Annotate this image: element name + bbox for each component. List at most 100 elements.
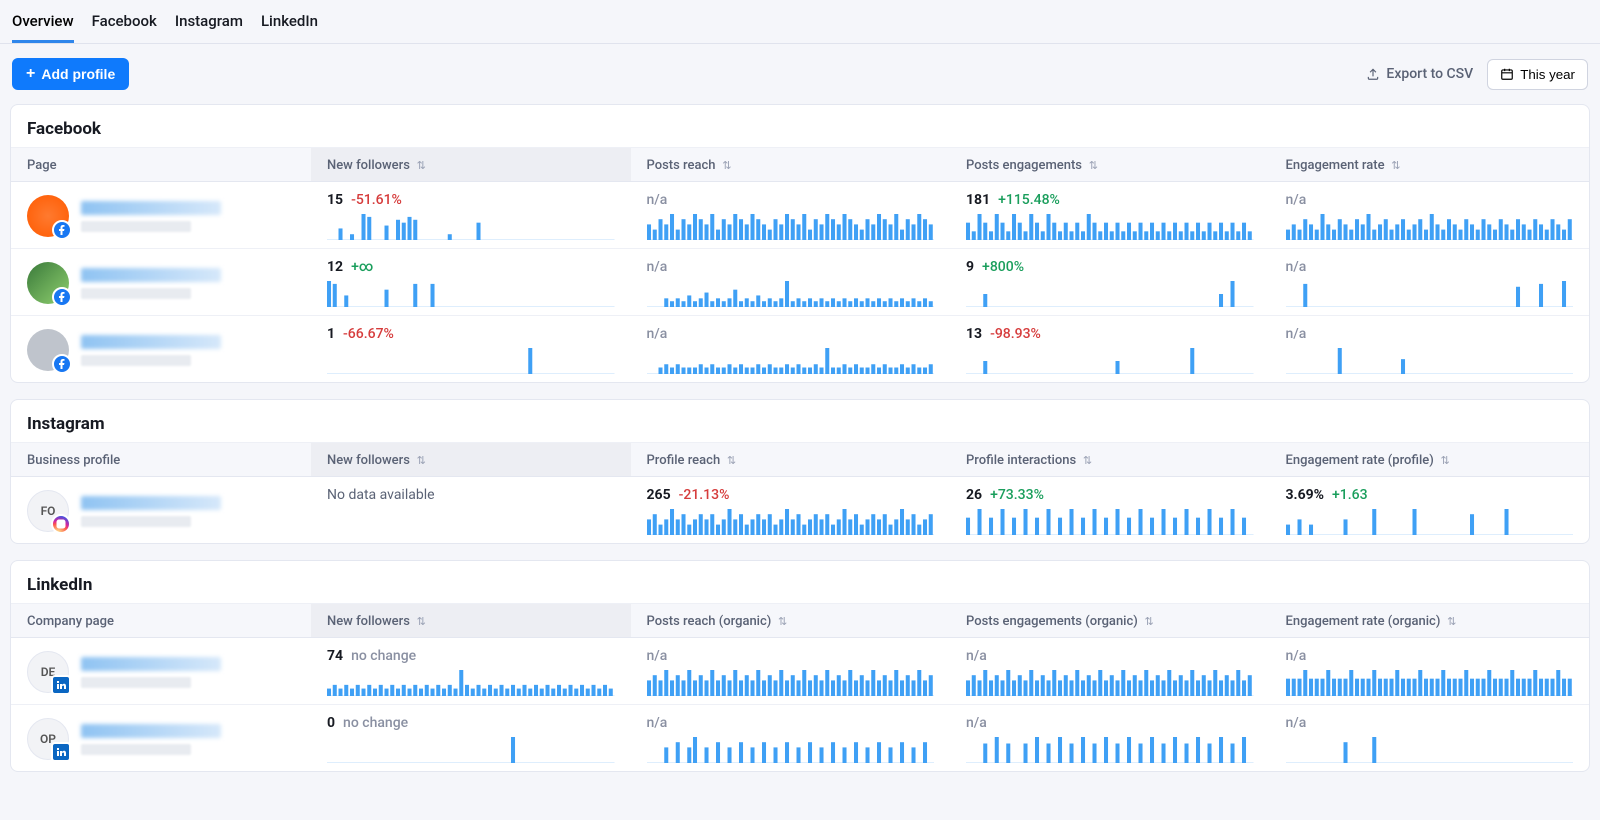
profile-subtext-redacted <box>81 677 191 688</box>
sort-icon: ⇅ <box>414 454 426 467</box>
profile-avatar <box>27 329 69 371</box>
col-engagement-rate[interactable]: Engagement rate ⇅ <box>1270 148 1590 181</box>
calendar-icon <box>1500 67 1514 81</box>
metric-value: 265 <box>647 487 671 503</box>
col-posts-reach[interactable]: Posts reach ⇅ <box>631 148 951 181</box>
export-csv-label: Export to CSV <box>1386 66 1473 82</box>
date-range-label: This year <box>1520 67 1575 82</box>
metric-value: n/a <box>1286 192 1307 208</box>
metric-cell: 9+800% <box>950 249 1270 315</box>
metric-value: n/a <box>1286 326 1307 342</box>
profile-cell: FO <box>11 477 311 543</box>
sparkline-chart <box>647 279 935 307</box>
profile-name-redacted <box>81 268 221 282</box>
col-posts-reach-organic[interactable]: Posts reach (organic) ⇅ <box>631 604 951 637</box>
metric-cell: n/a <box>631 638 951 704</box>
col-new-followers[interactable]: New followers ⇅ <box>311 443 631 476</box>
tab-overview[interactable]: Overview <box>12 12 74 43</box>
metric-cell: 13 -98.93% <box>950 316 1270 382</box>
sort-icon: ⇅ <box>720 159 732 172</box>
metric-cell: n/a <box>1270 182 1590 248</box>
metric-delta: +∞ <box>351 259 373 275</box>
col-page[interactable]: Page <box>11 148 311 181</box>
metric-value: n/a <box>1286 715 1307 731</box>
table-row[interactable]: 12+∞n/a9+800%n/a <box>11 248 1589 315</box>
metric-value: 74 <box>327 648 343 664</box>
profile-cell <box>11 316 311 382</box>
sparkline-chart <box>647 507 935 535</box>
metric-cell: n/a <box>631 316 951 382</box>
table-row[interactable]: 1-66.67%n/a13-98.93%n/a <box>11 315 1589 382</box>
sort-icon: ⇅ <box>724 454 736 467</box>
metric-delta: +1.63 <box>1332 487 1368 503</box>
metric-cell: n/a <box>631 249 951 315</box>
metric-delta: -98.93% <box>990 326 1041 342</box>
profile-name-redacted <box>81 724 221 738</box>
col-profile-reach[interactable]: Profile reach ⇅ <box>631 443 951 476</box>
sort-icon: ⇅ <box>1444 615 1456 628</box>
facebook-title: Facebook <box>11 105 1589 147</box>
sort-icon: ⇅ <box>1086 159 1098 172</box>
col-new-followers[interactable]: New followers ⇅ <box>311 604 631 637</box>
instagram-badge-icon <box>51 514 71 534</box>
table-row[interactable]: OP0no changen/an/an/a <box>11 704 1589 771</box>
metric-value: 26 <box>966 487 982 503</box>
sort-icon: ⇅ <box>1389 159 1401 172</box>
sparkline-chart <box>1286 279 1574 307</box>
profile-subtext-redacted <box>81 744 191 755</box>
sparkline-chart <box>966 507 1254 535</box>
metric-cell: n/a <box>1270 638 1590 704</box>
sparkline-chart <box>647 668 935 696</box>
metric-delta: -51.61% <box>351 192 402 208</box>
profile-name-redacted <box>81 201 221 215</box>
profile-avatar: DE <box>27 651 69 693</box>
facebook-badge-icon <box>52 287 72 307</box>
upload-icon <box>1366 67 1380 81</box>
add-profile-button[interactable]: + Add profile <box>12 58 129 90</box>
metric-cell: n/a <box>950 705 1270 771</box>
col-posts-engagements-organic[interactable]: Posts engagements (organic) ⇅ <box>950 604 1270 637</box>
metric-delta: no change <box>351 648 416 664</box>
facebook-badge-icon <box>52 354 72 374</box>
col-engagement-rate-organic[interactable]: Engagement rate (organic) ⇅ <box>1270 604 1590 637</box>
sort-icon: ⇅ <box>1080 454 1092 467</box>
sparkline-chart <box>327 212 615 240</box>
sparkline-chart <box>1286 668 1574 696</box>
table-row[interactable]: 15-51.61%n/a181+115.48%n/a <box>11 181 1589 248</box>
metric-value: 3.69% <box>1286 487 1325 503</box>
date-range-button[interactable]: This year <box>1487 59 1588 90</box>
sparkline-chart <box>1286 507 1574 535</box>
add-profile-label: Add profile <box>41 66 115 82</box>
metric-value: 0 <box>327 715 335 731</box>
profile-cell: DE <box>11 638 311 704</box>
metric-value: n/a <box>647 648 668 664</box>
tab-facebook[interactable]: Facebook <box>92 12 157 43</box>
col-posts-engagements[interactable]: Posts engagements ⇅ <box>950 148 1270 181</box>
col-engagement-rate-profile[interactable]: Engagement rate (profile) ⇅ <box>1270 443 1590 476</box>
metric-value: 13 <box>966 326 982 342</box>
sparkline-chart <box>327 346 615 374</box>
profile-subtext-redacted <box>81 355 191 366</box>
metric-cell: n/a <box>1270 705 1590 771</box>
col-profile-interactions[interactable]: Profile interactions ⇅ <box>950 443 1270 476</box>
profile-name-redacted <box>81 657 221 671</box>
profile-name-redacted <box>81 335 221 349</box>
tab-instagram[interactable]: Instagram <box>175 12 243 43</box>
metric-value: n/a <box>647 326 668 342</box>
platform-tabs: Overview Facebook Instagram LinkedIn <box>0 0 1600 44</box>
col-business-profile[interactable]: Business profile <box>11 443 311 476</box>
sparkline-chart <box>966 279 1254 307</box>
tab-linkedin[interactable]: LinkedIn <box>261 12 318 43</box>
metric-value: n/a <box>1286 259 1307 275</box>
metric-value: n/a <box>647 259 668 275</box>
export-csv-link[interactable]: Export to CSV <box>1366 66 1473 82</box>
table-row[interactable]: DE74no changen/an/an/a <box>11 637 1589 704</box>
sparkline-chart <box>966 346 1254 374</box>
metric-cell: 0no change <box>311 705 631 771</box>
facebook-badge-icon <box>52 220 72 240</box>
linkedin-panel: LinkedIn Company page New followers ⇅ Po… <box>10 560 1590 772</box>
table-row[interactable]: FONo data available265-21.13%26+73.33%3.… <box>11 476 1589 543</box>
col-company-page[interactable]: Company page <box>11 604 311 637</box>
sparkline-chart <box>647 212 935 240</box>
col-new-followers[interactable]: New followers ⇅ <box>311 148 631 181</box>
